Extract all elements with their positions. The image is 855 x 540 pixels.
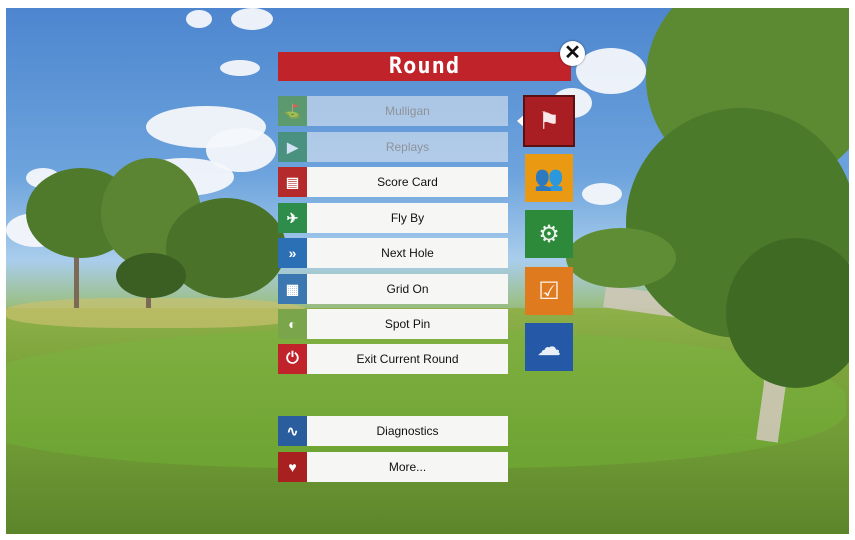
replays-button[interactable]: Replays [307,132,508,162]
players-icon: 👥 [534,164,564,192]
more-icon: ♥ [278,452,307,482]
round-category-tab[interactable]: ⚑ [523,95,575,147]
grid-icon: ▦ [278,274,307,304]
mulligan-icon: ⛳ [278,96,307,126]
cloud [186,10,212,28]
grid-on-row[interactable]: ▦ Grid On [278,274,508,304]
replays-row[interactable]: ▶ Replays [278,132,508,162]
weather-category-tab[interactable]: ☁ [525,323,573,371]
spot-pin-row[interactable]: ◐ Spot Pin [278,309,508,339]
score-card-button[interactable]: Score Card [307,167,508,197]
close-icon[interactable]: ✕ [560,41,585,66]
spot-pin-button[interactable]: Spot Pin [307,309,508,339]
cloud [582,183,622,205]
exit-current-round-button[interactable]: Exit Current Round [307,344,508,374]
fly-by-button[interactable]: Fly By [307,203,508,233]
mulligan-row[interactable]: ⛳ Mulligan [278,96,508,126]
flag-icon: ⚑ [538,107,560,135]
rough [6,298,306,328]
settings-category-tab[interactable]: ⚙ [525,210,573,258]
next-hole-row[interactable]: » Next Hole [278,238,508,268]
bush [566,228,676,288]
active-tab-pointer [517,114,525,128]
scorecard-row[interactable]: ▤ Score Card [278,167,508,197]
exit-round-row[interactable]: ⏻ Exit Current Round [278,344,508,374]
mulligan-button[interactable]: Mulligan [307,96,508,126]
cloud [576,48,646,94]
weather-icon: ☁ [537,333,561,361]
grid-on-button[interactable]: Grid On [307,274,508,304]
next-hole-button[interactable]: Next Hole [307,238,508,268]
more-button[interactable]: More... [307,452,508,482]
bush [116,253,186,298]
power-icon: ⏻ [278,344,307,374]
checklist-category-tab[interactable]: ☑ [525,267,573,315]
heartbeat-icon: ∿ [278,416,307,446]
cloud [231,8,273,30]
flyby-icon: ✈ [278,203,307,233]
scorecard-icon: ▤ [278,167,307,197]
more-row[interactable]: ♥ More... [278,452,508,482]
players-category-tab[interactable]: 👥 [525,154,573,202]
menu-title: Round [278,52,571,81]
cloud [220,60,260,76]
fly-by-row[interactable]: ✈ Fly By [278,203,508,233]
spot-pin-icon: ◐ [278,309,307,339]
replay-icon: ▶ [278,132,307,162]
checkbox-icon: ☑ [538,277,560,305]
gear-icon: ⚙ [538,220,560,248]
cloud [206,128,276,172]
diagnostics-row[interactable]: ∿ Diagnostics [278,416,508,446]
diagnostics-button[interactable]: Diagnostics [307,416,508,446]
next-hole-icon: » [278,238,307,268]
tree [166,198,286,298]
